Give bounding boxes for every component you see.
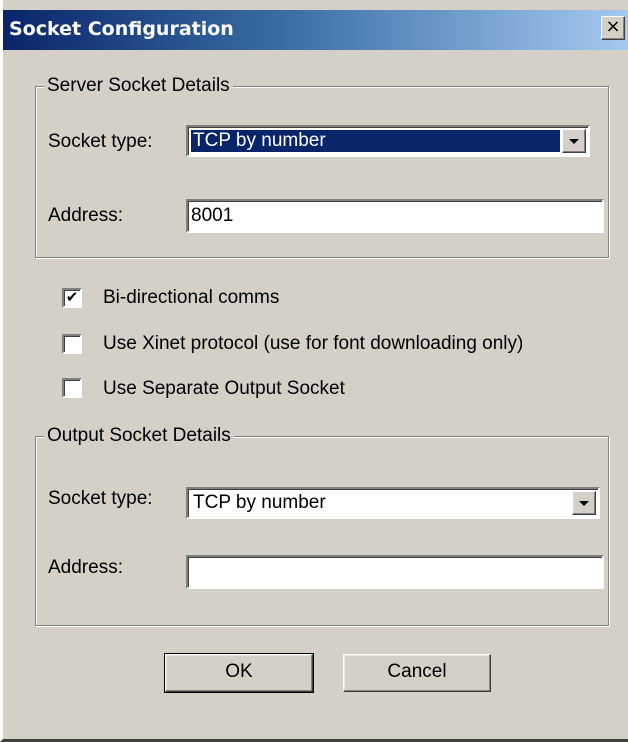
bidirectional-comms-checkbox[interactable]: ✔ xyxy=(62,288,82,308)
socket-configuration-dialog: Socket Configuration × Server Socket Det… xyxy=(0,0,628,742)
output-socket-type-value: TCP by number xyxy=(193,492,326,513)
xinet-protocol-checkbox[interactable] xyxy=(62,334,82,354)
output-socket-legend: Output Socket Details xyxy=(44,425,234,447)
checkmark-icon: ✔ xyxy=(65,288,79,306)
server-socket-type-label: Socket type: xyxy=(48,131,153,152)
xinet-protocol-label[interactable]: Use Xinet protocol (use for font downloa… xyxy=(103,333,523,355)
server-address-label: Address: xyxy=(48,205,123,226)
output-socket-group: Output Socket Details Socket type: TCP b… xyxy=(35,425,609,626)
server-address-input[interactable]: 8001 xyxy=(186,199,604,233)
output-address-label: Address: xyxy=(48,557,123,578)
close-icon: × xyxy=(605,16,621,37)
separate-output-socket-checkbox[interactable] xyxy=(62,378,82,398)
close-button[interactable]: × xyxy=(601,16,625,40)
server-socket-legend: Server Socket Details xyxy=(44,75,233,97)
cancel-button[interactable]: Cancel xyxy=(343,654,491,692)
server-socket-type-select[interactable]: TCP by number xyxy=(186,125,590,157)
title-bar[interactable]: Socket Configuration × xyxy=(3,10,628,50)
output-socket-type-select[interactable]: TCP by number xyxy=(186,487,600,519)
chevron-down-icon[interactable] xyxy=(572,491,596,515)
server-socket-group: Server Socket Details Socket type: TCP b… xyxy=(35,75,609,258)
chevron-down-icon[interactable] xyxy=(562,129,586,153)
ok-button[interactable]: OK xyxy=(164,653,314,693)
window-title: Socket Configuration xyxy=(9,18,234,40)
bidirectional-comms-label[interactable]: Bi-directional comms xyxy=(103,287,279,309)
output-socket-type-label: Socket type: xyxy=(48,488,153,509)
separate-output-socket-label[interactable]: Use Separate Output Socket xyxy=(103,378,345,400)
output-address-input[interactable] xyxy=(186,555,604,589)
server-socket-type-value: TCP by number xyxy=(191,130,560,152)
